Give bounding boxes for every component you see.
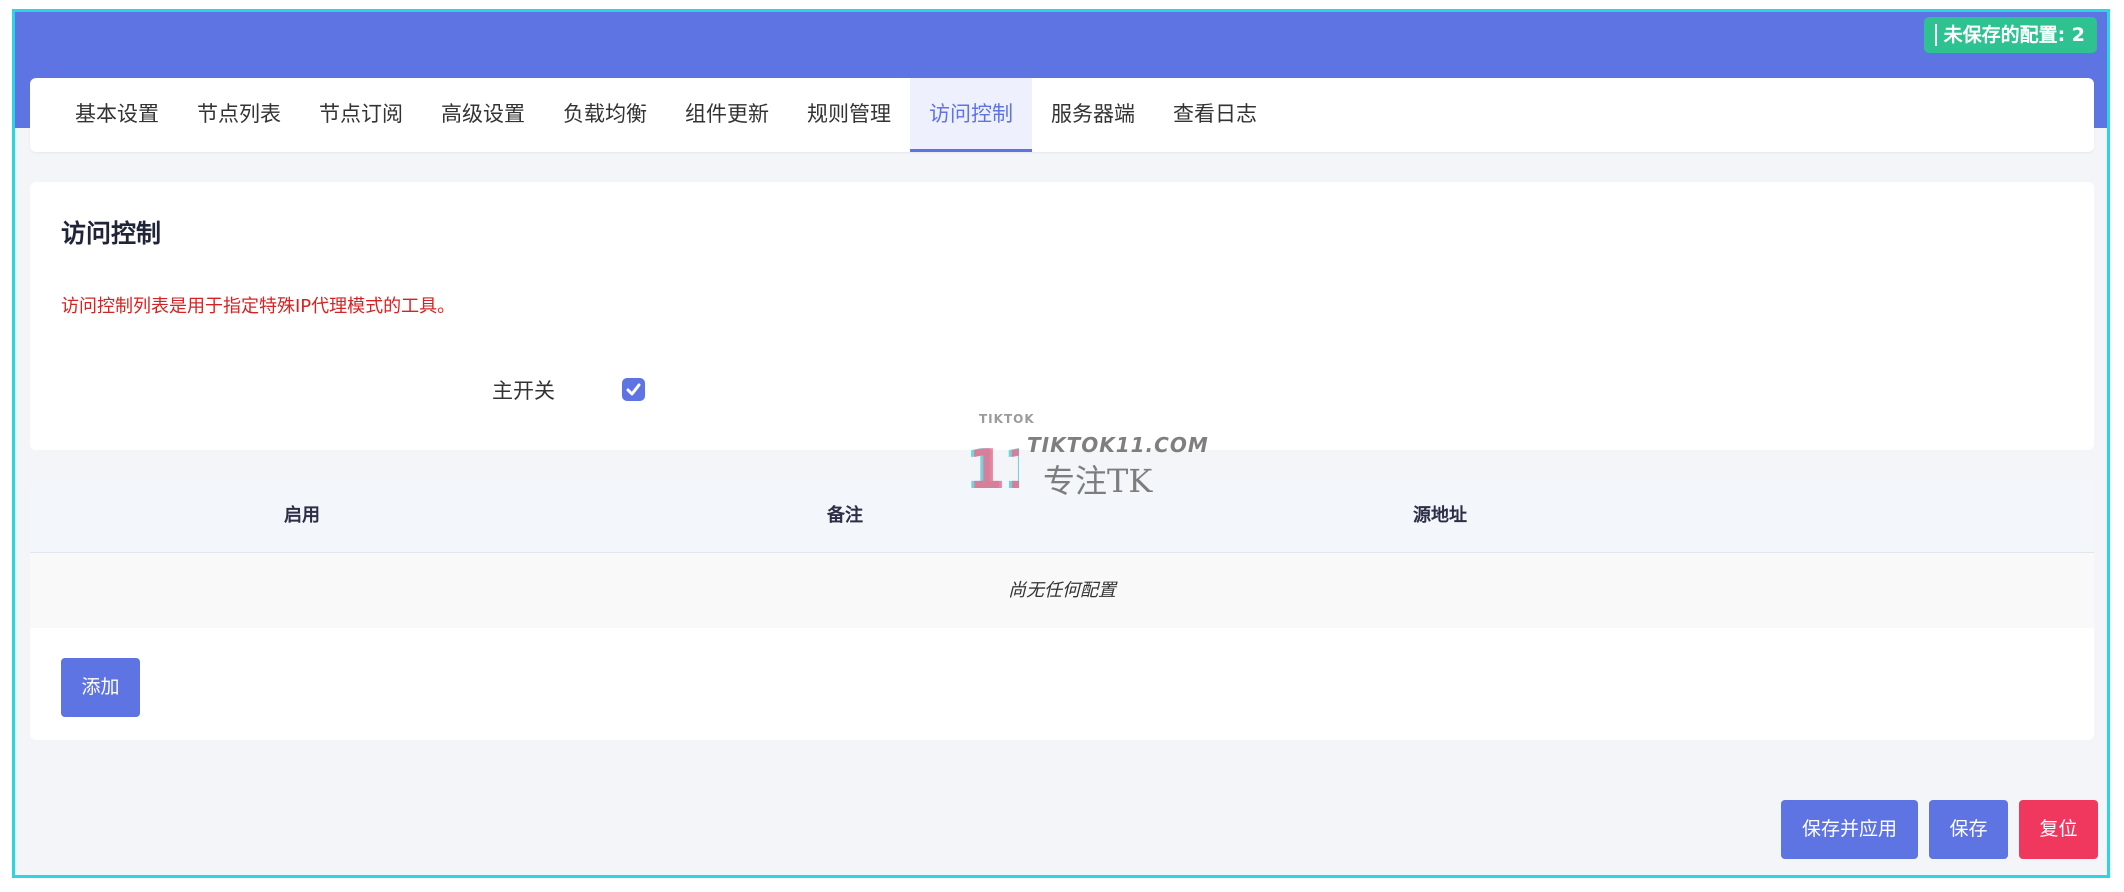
tab-node-list[interactable]: 节点列表 [178,78,300,152]
main-switch-checkbox[interactable] [622,378,645,401]
watermark-site-text: TIKTOK11.COM [1027,433,1209,457]
main-switch-label: 主开关 [492,379,555,403]
tab-advanced-settings[interactable]: 高级设置 [422,78,544,152]
unsaved-config-badge[interactable]: 未保存的配置: 2 [1923,17,2097,53]
tab-basic-settings[interactable]: 基本设置 [56,78,178,152]
access-control-section: 访问控制 访问控制列表是用于指定特殊IP代理模式的工具。 主开关 [30,182,2094,450]
add-button[interactable]: 添加 [61,658,140,717]
tab-node-subscription[interactable]: 节点订阅 [300,78,422,152]
watermark: TIKTOK 11 11 TIKTOK11.COM 专注TK [963,412,1208,502]
svg-text:11: 11 [968,438,1019,496]
tab-bar: 基本设置 节点列表 节点订阅 高级设置 负载均衡 组件更新 规则管理 访问控制 … [30,78,2094,152]
save-button[interactable]: 保存 [1929,800,2008,859]
tab-load-balancing[interactable]: 负载均衡 [544,78,666,152]
watermark-top-text: TIKTOK [979,412,1035,426]
tab-rule-management[interactable]: 规则管理 [788,78,910,152]
tab-component-update[interactable]: 组件更新 [666,78,788,152]
checkmark-icon [626,383,641,396]
save-and-apply-button[interactable]: 保存并应用 [1781,800,1918,859]
column-source-address: 源地址 [1413,505,1467,526]
table-empty-placeholder: 尚无任何配置 [30,553,2094,628]
column-enabled: 启用 [284,505,320,526]
tab-list: 基本设置 节点列表 节点订阅 高级设置 负载均衡 组件更新 规则管理 访问控制 … [30,78,2094,152]
unsaved-config-label: 未保存的配置: 2 [1943,24,2085,46]
app-frame: 未保存的配置: 2 基本设置 节点列表 节点订阅 高级设置 负载均衡 组件更新 … [12,9,2110,878]
column-remarks: 备注 [827,505,863,526]
text-cursor-icon [1934,24,1937,46]
tab-view-logs[interactable]: 查看日志 [1154,78,1276,152]
acl-table-card: 启用 备注 源地址 尚无任何配置 添加 [30,480,2094,740]
watermark-logo-icon: 11 11 [965,438,1019,496]
reset-button[interactable]: 复位 [2019,800,2098,859]
section-title: 访问控制 [61,219,162,248]
tab-access-control[interactable]: 访问控制 [910,78,1032,152]
tab-server-side[interactable]: 服务器端 [1032,78,1154,152]
watermark-slogan-text: 专注TK [1043,462,1153,500]
section-description: 访问控制列表是用于指定特殊IP代理模式的工具。 [61,296,456,317]
